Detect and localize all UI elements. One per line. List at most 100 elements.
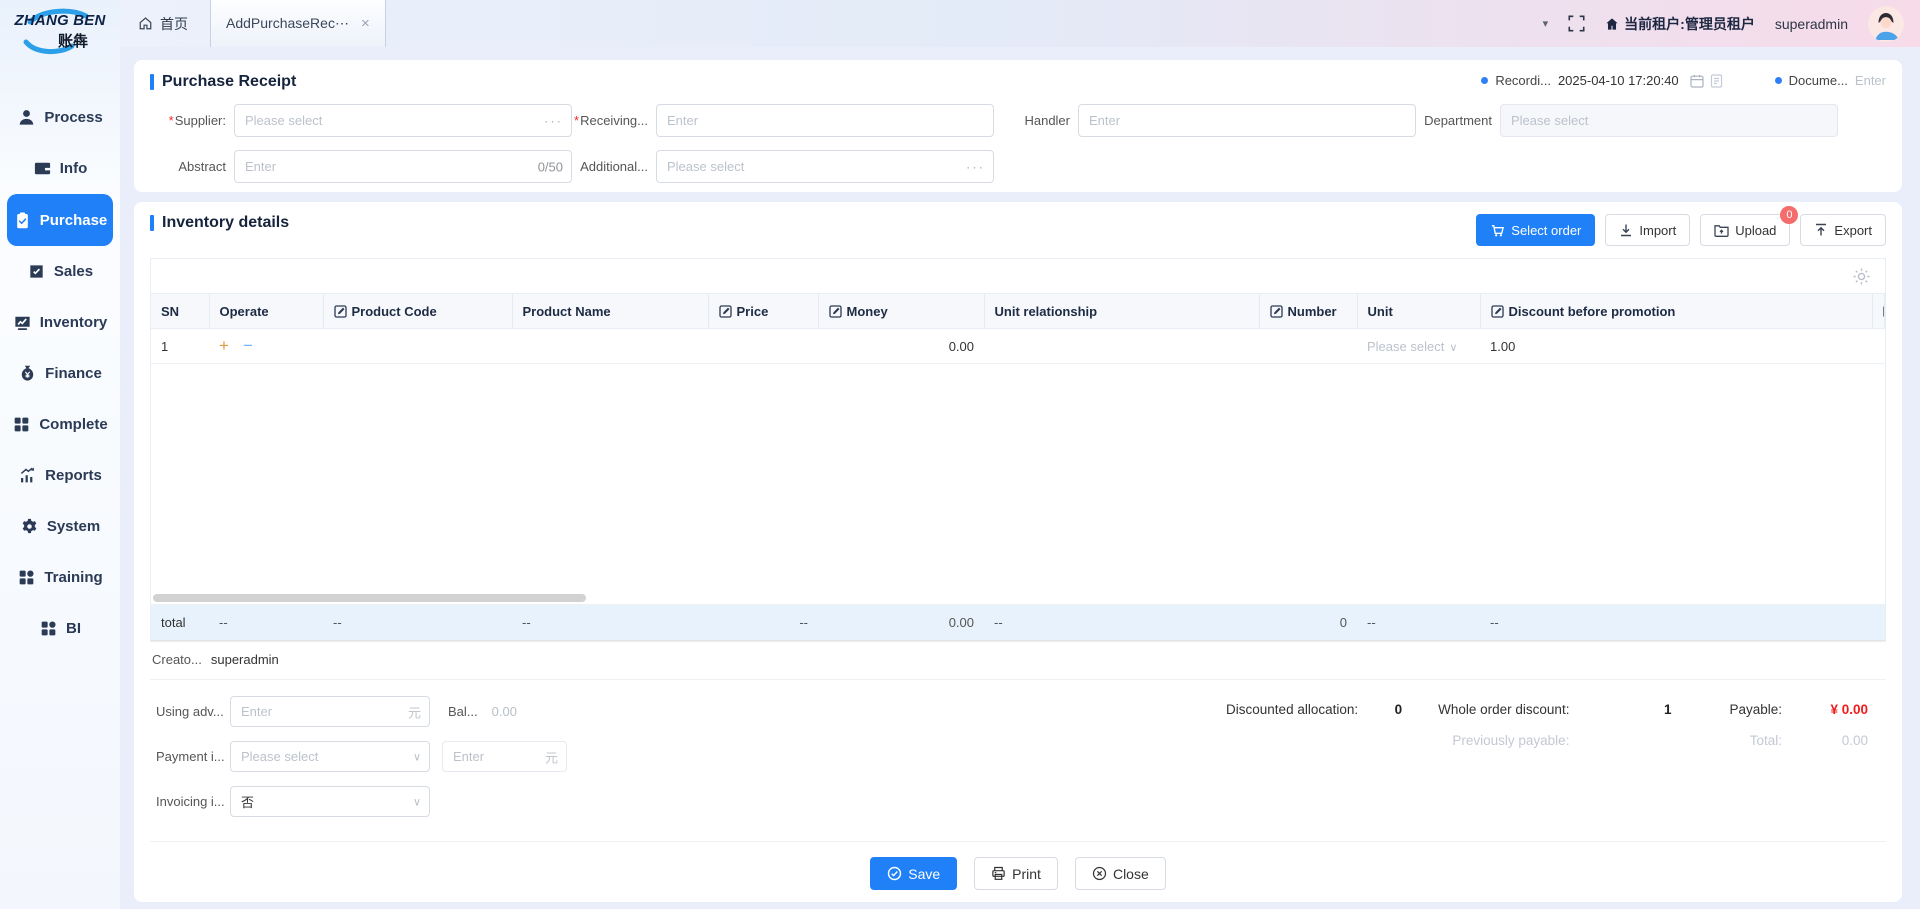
page-title: Purchase Receipt	[150, 73, 296, 91]
total-unit: --	[1357, 605, 1480, 641]
cart-icon	[1490, 223, 1505, 238]
close-button[interactable]: Close	[1075, 857, 1166, 890]
home-icon	[138, 16, 153, 31]
sidebar-item-info[interactable]: Info	[0, 143, 120, 194]
col-sn[interactable]: SN	[151, 294, 209, 329]
tab-home[interactable]: 首页	[120, 14, 210, 34]
cell-money[interactable]: 0.00	[818, 329, 984, 364]
field-payment-method: Payment i... ∨ 元	[156, 741, 567, 772]
tab-close-icon[interactable]: ×	[361, 15, 370, 32]
tab-label: AddPurchaseRec⋯	[226, 15, 349, 32]
document-number: Docume... Enter	[1775, 73, 1886, 88]
sidebar-item-finance[interactable]: Finance	[0, 348, 120, 399]
field-invoicing: Invoicing i... 否 ∨	[156, 786, 567, 817]
save-button[interactable]: Save	[870, 857, 957, 890]
supplier-select[interactable]	[234, 104, 572, 137]
sidebar-item-reports[interactable]: Reports	[0, 450, 120, 501]
receipt-meta: Recordi... 2025-04-10 17:20:40 Docume...…	[1481, 73, 1886, 88]
balance-label: Bal...	[448, 704, 478, 719]
col-operate[interactable]: Operate	[209, 294, 323, 329]
table-settings-gear-icon[interactable]	[1852, 267, 1871, 286]
tab-add-purchase-receipt[interactable]: AddPurchaseRec⋯ ×	[210, 0, 386, 47]
balance-value: 0.00	[492, 704, 517, 719]
ellipsis-icon[interactable]: ···	[966, 159, 985, 174]
sidebar-item-process[interactable]: Process	[0, 92, 120, 143]
recording-time-value[interactable]: 2025-04-10 17:20:40	[1558, 73, 1679, 88]
using-advance-input[interactable]	[230, 696, 430, 727]
fullscreen-icon[interactable]	[1568, 15, 1585, 32]
add-row-button[interactable]: +	[219, 336, 229, 355]
cell-operate: +−	[209, 329, 323, 364]
document-number-input[interactable]: Enter	[1855, 73, 1886, 88]
sidebar-item-purchase[interactable]: Purchase	[7, 194, 113, 246]
col-product-code[interactable]: Product Code	[323, 294, 512, 329]
field-additional: Additional... ···	[572, 150, 994, 183]
scrollbar-thumb[interactable]	[153, 594, 586, 602]
cell-discount[interactable]: 1.00	[1480, 329, 1872, 364]
content-area: Purchase Receipt Recordi... 2025-04-10 1…	[120, 47, 1920, 909]
purchase-receipt-card: Purchase Receipt Recordi... 2025-04-10 1…	[134, 60, 1902, 192]
payment-method-select[interactable]	[230, 741, 430, 772]
username[interactable]: superadmin	[1775, 16, 1848, 32]
col-product-name[interactable]: Product Name	[512, 294, 708, 329]
document-icon[interactable]	[1710, 74, 1723, 88]
print-button[interactable]: Print	[974, 857, 1058, 890]
sidebar-item-bi[interactable]: BI	[0, 603, 120, 654]
sidebar-nav: Process Info Purchase Sales Inventory Fi…	[0, 92, 120, 654]
receiving-input[interactable]	[656, 104, 994, 137]
discounted-allocation-label: Discounted allocation:	[1226, 702, 1358, 717]
col-number[interactable]: Number	[1259, 294, 1357, 329]
department-select[interactable]	[1500, 104, 1838, 137]
select-order-button[interactable]: Select order	[1476, 214, 1595, 246]
col-discount-before-promotion[interactable]: Discount before promotion	[1480, 294, 1872, 329]
payable-value: ¥ 0.00	[1792, 702, 1868, 717]
avatar-face-icon	[1868, 6, 1904, 42]
yuan-suffix: 元	[545, 747, 558, 766]
abstract-input[interactable]	[234, 150, 572, 183]
unit-select[interactable]: Please select∨	[1367, 339, 1457, 354]
cell-product-name[interactable]	[512, 329, 708, 364]
col-unit-relationship[interactable]: Unit relationship	[984, 294, 1259, 329]
col-price[interactable]: Price	[708, 294, 818, 329]
order-summary: Discounted allocation: 0 Whole order dis…	[1226, 696, 1880, 831]
remove-row-button[interactable]: −	[243, 336, 253, 355]
sidebar-item-complete[interactable]: Complete	[0, 399, 120, 450]
calendar-icon[interactable]	[1690, 74, 1704, 88]
cell-unit-relationship[interactable]	[984, 329, 1259, 364]
sidebar-item-label: Info	[60, 160, 88, 177]
additional-select[interactable]	[656, 150, 994, 183]
field-using-advance: Using adv... 元 Bal... 0.00	[156, 696, 567, 727]
export-icon	[1814, 223, 1828, 237]
col-unit[interactable]: Unit	[1357, 294, 1480, 329]
cell-number[interactable]	[1259, 329, 1357, 364]
table-total: total -- -- -- -- 0.00 -- 0 -- --	[151, 604, 1885, 641]
whole-order-discount-label: Whole order discount:	[1412, 702, 1569, 717]
ellipsis-icon[interactable]: ···	[544, 113, 563, 128]
avatar[interactable]	[1868, 6, 1904, 42]
handler-input[interactable]	[1078, 104, 1416, 137]
cell-unit: Please select∨	[1357, 329, 1480, 364]
export-button[interactable]: Export	[1800, 214, 1886, 246]
inventory-table: SN Operate Product Code Product Name Pri…	[150, 258, 1886, 642]
caret-down-icon[interactable]: ▾	[1543, 17, 1549, 30]
title-accent-bar	[150, 215, 154, 231]
balance-group: Bal... 0.00	[448, 704, 517, 719]
upload-button[interactable]: Upload	[1700, 214, 1790, 246]
sidebar-item-training[interactable]: Training	[0, 552, 120, 603]
total-row: total -- -- -- -- 0.00 -- 0 -- --	[151, 605, 1885, 641]
total-label: Total:	[1681, 733, 1782, 748]
current-tenant[interactable]: 当前租户:管理员租户	[1605, 14, 1755, 34]
sidebar-item-system[interactable]: System	[0, 501, 120, 552]
payment-method-label: Payment i...	[156, 749, 230, 764]
sidebar-item-sales[interactable]: Sales	[0, 246, 120, 297]
recording-time: Recordi... 2025-04-10 17:20:40	[1481, 73, 1722, 88]
import-button[interactable]: Import	[1605, 214, 1690, 246]
sidebar-item-inventory[interactable]: Inventory	[0, 297, 120, 348]
chevron-down-icon: ∨	[1449, 342, 1457, 354]
cell-price[interactable]	[708, 329, 818, 364]
table-toolbar	[151, 259, 1885, 293]
cell-product-code[interactable]	[323, 329, 512, 364]
col-money[interactable]: Money	[818, 294, 984, 329]
tab-home-label: 首页	[160, 14, 188, 34]
invoicing-select[interactable]: 否	[230, 786, 430, 817]
